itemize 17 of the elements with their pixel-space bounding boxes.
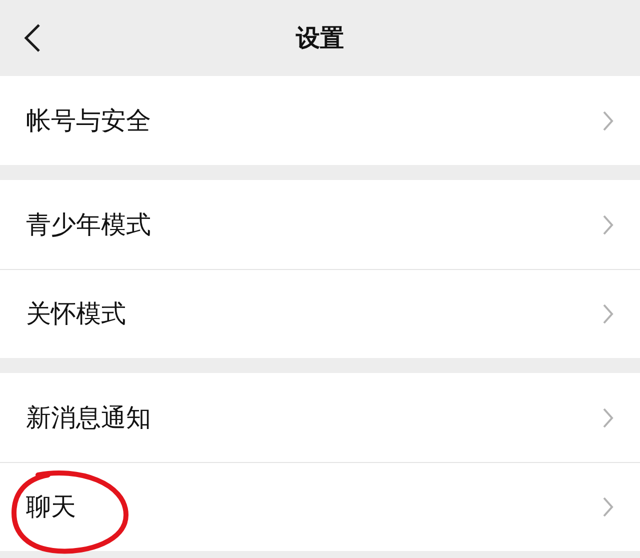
settings-item[interactable]: 聊天 bbox=[0, 462, 640, 551]
chevron-icon bbox=[602, 303, 614, 325]
chevron-icon bbox=[602, 496, 614, 518]
settings-item[interactable]: 青少年模式 bbox=[0, 180, 640, 269]
back-icon bbox=[23, 23, 41, 53]
item-label: 新消息通知 bbox=[26, 402, 152, 434]
settings-item[interactable]: 关怀模式 bbox=[0, 269, 640, 358]
item-label: 帐号与安全 bbox=[26, 104, 152, 137]
chevron-icon bbox=[602, 214, 614, 236]
settings-item[interactable]: 帐号与安全 bbox=[0, 76, 640, 165]
page-title: 设置 bbox=[296, 23, 344, 54]
item-label: 关怀模式 bbox=[26, 298, 127, 330]
chevron-icon bbox=[602, 110, 614, 132]
item-label: 青少年模式 bbox=[26, 208, 152, 241]
chevron-icon bbox=[602, 406, 614, 428]
item-label: 聊天 bbox=[26, 491, 77, 524]
settings-item[interactable]: 新消息通知 bbox=[0, 373, 640, 462]
